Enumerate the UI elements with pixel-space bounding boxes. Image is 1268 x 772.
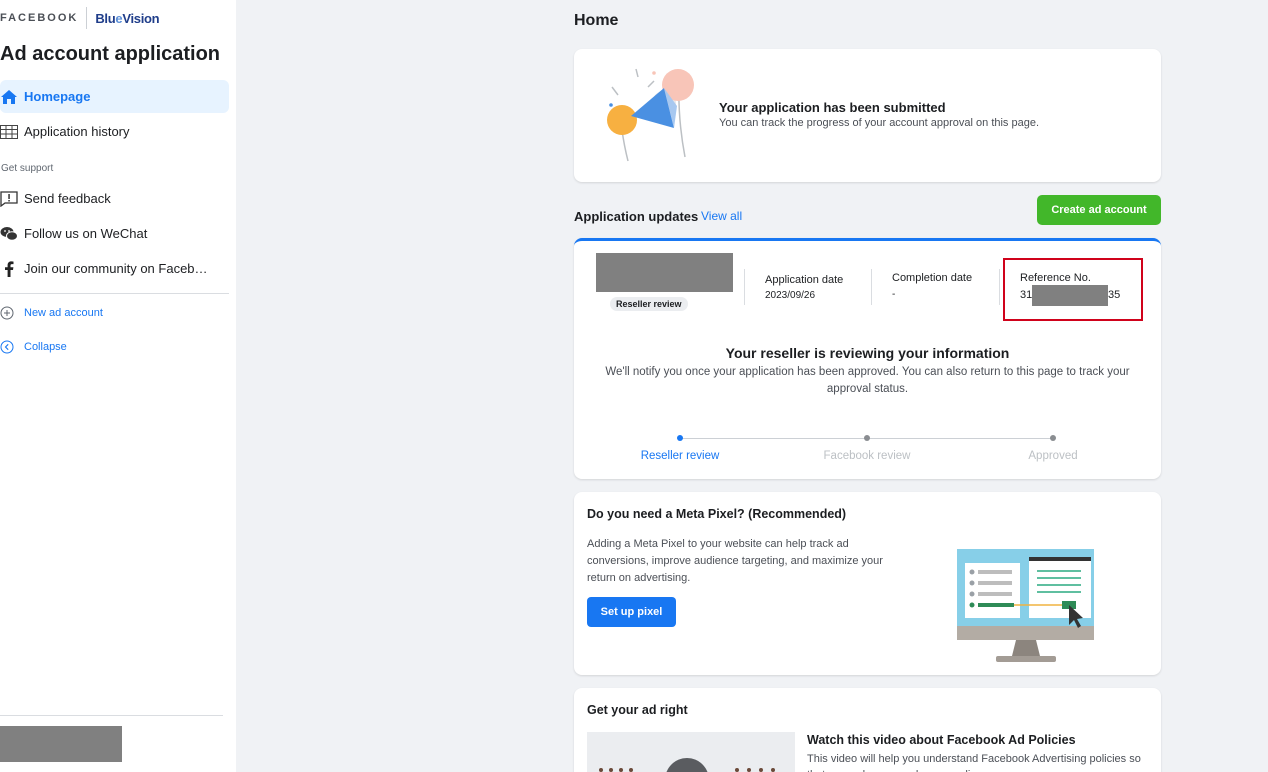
video-description: This video will help you understand Face… <box>807 753 1141 772</box>
review-subtitle: We'll notify you once your application h… <box>605 366 1130 395</box>
sidebar: FACEBOOK BlueVision Ad account applicati… <box>0 0 236 772</box>
progress-dot-approved <box>1050 435 1056 441</box>
new-ad-account-label: New ad account <box>24 307 103 319</box>
step-facebook-review: Facebook review <box>823 450 911 462</box>
sidebar-bottom-divider <box>0 715 223 716</box>
nav-homepage-label: Homepage <box>24 89 91 104</box>
app-title: Ad account application <box>0 43 221 65</box>
pixel-title: Do you need a Meta Pixel? (Recommended) <box>587 507 847 521</box>
status-badge: Reseller review <box>610 297 688 311</box>
wechat-icon <box>0 225 18 243</box>
bluevision-logo: BlueVision <box>95 10 160 26</box>
new-ad-account-link[interactable]: New ad account <box>0 303 103 323</box>
chevron-left-circle-icon <box>0 340 14 354</box>
setup-pixel-button[interactable]: Set up pixel <box>587 597 676 627</box>
get-support-label: Get support <box>1 163 54 174</box>
video-thumbnail-art <box>599 758 775 772</box>
video-thumbnail[interactable] <box>587 732 795 772</box>
sidebar-divider <box>0 293 229 294</box>
submitted-card: Your application has been submitted You … <box>574 49 1161 182</box>
nav-wechat-label: Follow us on WeChat <box>24 226 148 241</box>
video-title[interactable]: Watch this video about Facebook Ad Polic… <box>807 733 1076 747</box>
nav-facebook-community-label: Join our community on Faceb… <box>24 261 208 276</box>
brand-separator <box>86 7 88 29</box>
pixel-description: Adding a Meta Pixel to your website can … <box>587 538 883 584</box>
nav-application-history-label: Application history <box>24 124 130 139</box>
application-updates-card: Reseller review Application date 2023/09… <box>574 238 1161 479</box>
redacted-account-name <box>596 253 733 292</box>
feedback-icon <box>0 190 18 208</box>
submitted-subtitle: You can track the progress of your accou… <box>719 117 1040 129</box>
column-divider <box>871 269 872 305</box>
step-approved: Approved <box>1028 450 1078 462</box>
submitted-title: Your application has been submitted <box>719 100 946 115</box>
celebration-illustration <box>607 68 694 162</box>
brand-logos: FACEBOOK BlueVision <box>0 6 160 30</box>
application-date-value: 2023/09/26 <box>765 290 816 301</box>
facebook-icon <box>0 260 18 278</box>
meta-pixel-card: Do you need a Meta Pixel? (Recommended) … <box>574 492 1161 675</box>
application-updates-header: Application updates <box>574 209 699 224</box>
progress-dot-reseller <box>677 435 683 441</box>
step-reseller-review: Reseller review <box>640 450 720 462</box>
completion-date-label: Completion date <box>892 272 973 284</box>
facebook-logo: FACEBOOK <box>0 12 79 24</box>
nav-application-history[interactable]: Application history <box>0 115 229 148</box>
progress-dot-facebook <box>864 435 870 441</box>
nav-homepage[interactable]: Homepage <box>0 80 229 113</box>
home-icon <box>0 88 18 106</box>
nav-wechat[interactable]: Follow us on WeChat <box>0 217 229 250</box>
nav-send-feedback[interactable]: Send feedback <box>0 182 229 215</box>
redacted-account-block <box>0 726 122 762</box>
ad-right-card: Get your ad right Watch this video about… <box>574 688 1161 772</box>
review-title: Your reseller is reviewing your informat… <box>725 345 1010 361</box>
table-icon <box>0 123 18 141</box>
ad-right-title: Get your ad right <box>587 703 688 717</box>
view-all-link[interactable]: View all <box>701 209 742 223</box>
nav-send-feedback-label: Send feedback <box>24 191 111 206</box>
plus-circle-icon <box>0 306 14 320</box>
nav-facebook-community[interactable]: Join our community on Faceb… <box>0 252 229 285</box>
completion-date-value: - <box>892 289 896 300</box>
monitor-illustration <box>957 549 1094 662</box>
collapse-label: Collapse <box>24 341 67 353</box>
column-divider <box>744 269 745 305</box>
reference-highlight-box <box>1003 258 1143 321</box>
collapse-link[interactable]: Collapse <box>0 337 67 357</box>
create-ad-account-button[interactable]: Create ad account <box>1037 195 1161 225</box>
page-title: Home <box>574 12 619 29</box>
application-date-label: Application date <box>765 274 844 286</box>
column-divider <box>999 269 1000 305</box>
